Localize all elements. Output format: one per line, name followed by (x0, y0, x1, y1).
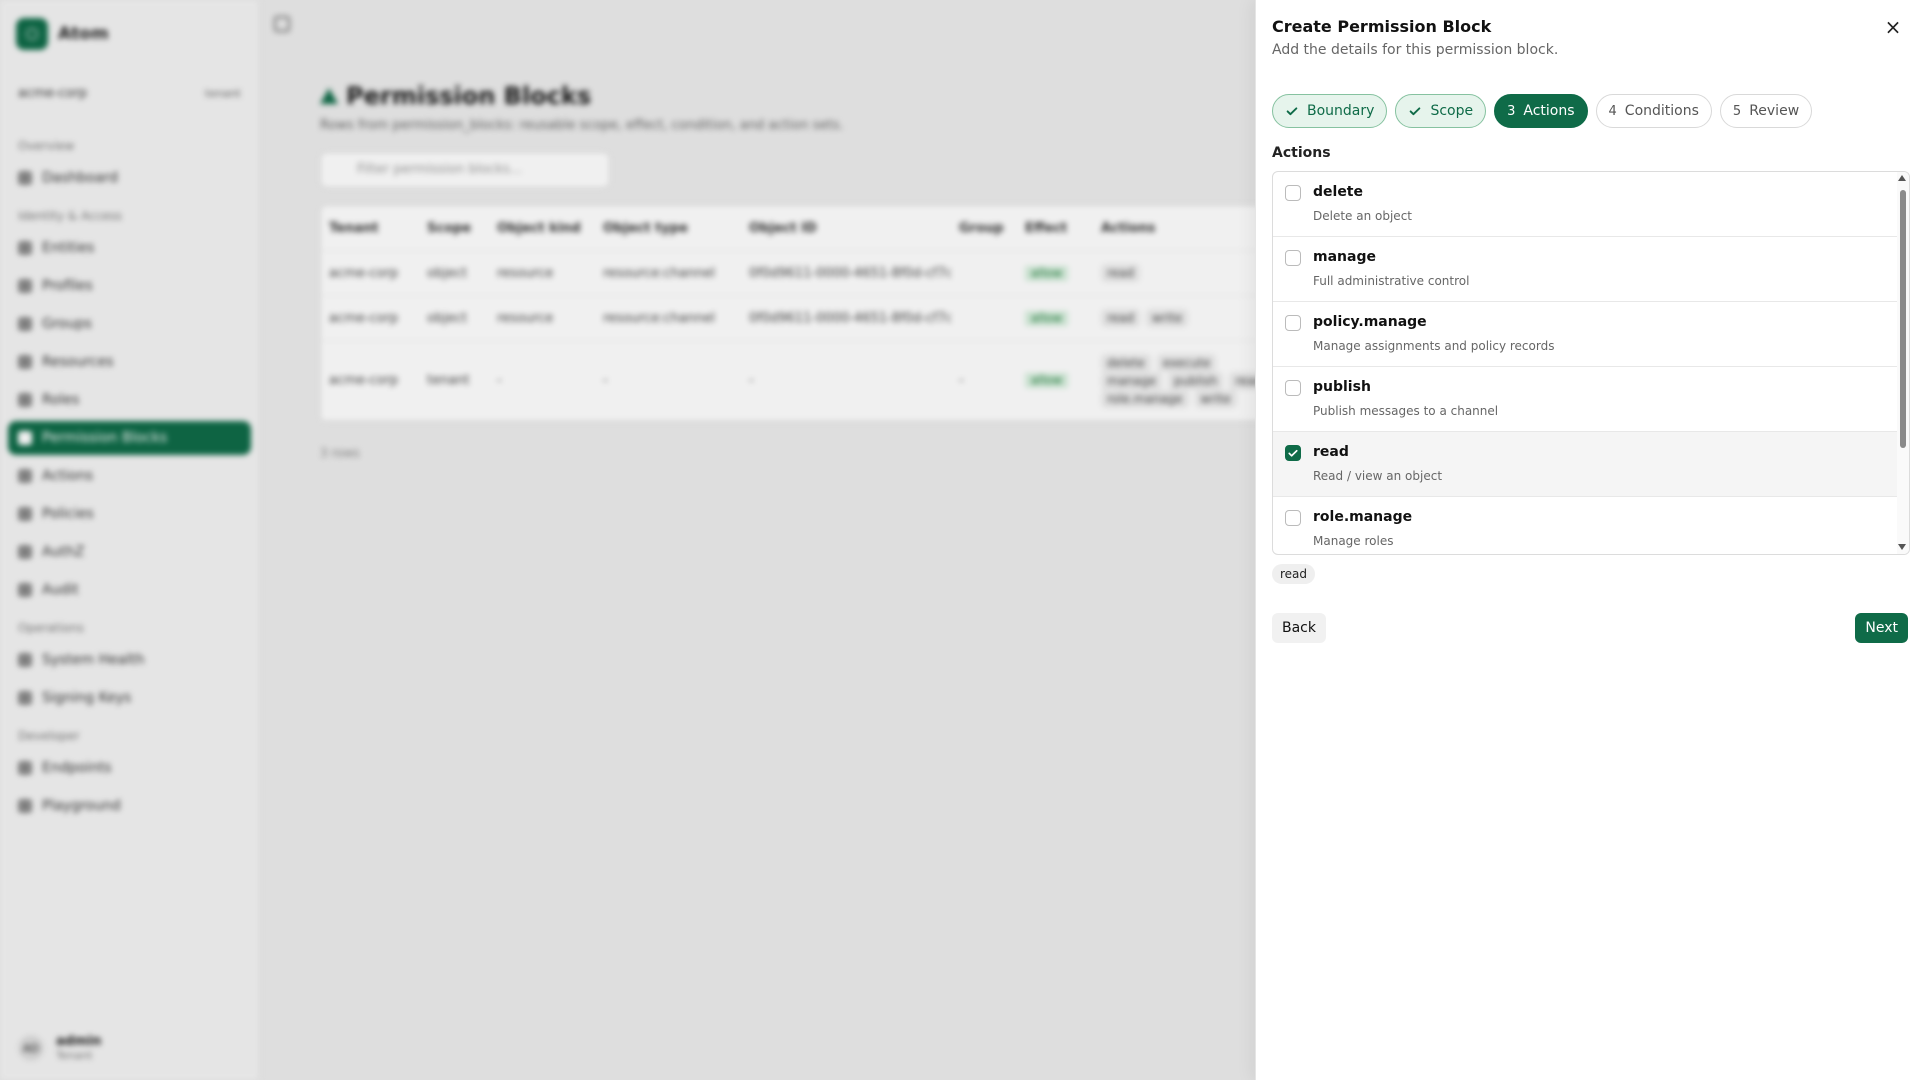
step-label: Boundary (1307, 103, 1375, 119)
action-item-role-manage[interactable]: role.manage Manage roles (1273, 497, 1899, 554)
action-description: Read / view an object (1313, 469, 1443, 483)
back-button[interactable]: Back (1272, 613, 1326, 643)
step-number: 3 (1507, 103, 1516, 119)
step-boundary[interactable]: Boundary (1272, 94, 1388, 128)
step-label: Scope (1430, 103, 1474, 119)
close-button[interactable]: × (1880, 14, 1906, 40)
action-description: Manage roles (1313, 534, 1394, 548)
action-description: Full administrative control (1313, 274, 1470, 288)
create-permission-block-drawer: Create Permission Block Add the details … (1255, 0, 1920, 1080)
check-icon (1408, 104, 1422, 118)
action-description: Delete an object (1313, 209, 1412, 223)
check-icon (1285, 104, 1299, 118)
step-number: 4 (1608, 103, 1617, 119)
action-name: role.manage (1313, 509, 1413, 525)
action-checkbox[interactable] (1285, 510, 1301, 526)
actions-scrollbar[interactable] (1897, 172, 1909, 554)
step-review[interactable]: 5 Review (1719, 94, 1813, 128)
action-name: delete (1313, 184, 1363, 200)
action-checkbox[interactable] (1285, 250, 1301, 266)
step-actions[interactable]: 3 Actions (1494, 94, 1588, 128)
action-item-manage[interactable]: manage Full administrative control (1273, 237, 1899, 302)
step-label: Review (1749, 103, 1800, 119)
action-item-delete[interactable]: delete Delete an object (1273, 172, 1899, 237)
action-name: publish (1313, 379, 1371, 395)
scroll-down-arrow-icon[interactable] (1898, 544, 1906, 550)
action-item-read[interactable]: read Read / view an object (1273, 432, 1899, 497)
scroll-up-arrow-icon[interactable] (1898, 175, 1906, 181)
actions-label: Actions (1272, 145, 1331, 161)
action-checkbox[interactable] (1285, 315, 1301, 331)
step-label: Actions (1523, 103, 1575, 119)
action-item-policy-manage[interactable]: policy.manage Manage assignments and poli… (1273, 302, 1899, 367)
drawer-title: Create Permission Block (1272, 17, 1492, 36)
action-item-publish[interactable]: publish Publish messages to a channel (1273, 367, 1899, 432)
modal-overlay[interactable] (0, 0, 1255, 1080)
next-button[interactable]: Next (1855, 613, 1908, 643)
step-label: Conditions (1624, 103, 1699, 119)
actions-list[interactable]: delete Delete an object manage Full adminis… (1272, 171, 1910, 555)
action-description: Manage assignments and policy records (1313, 339, 1555, 353)
scroll-thumb[interactable] (1900, 190, 1906, 448)
check-icon (1287, 447, 1299, 459)
step-scope[interactable]: Scope (1395, 94, 1487, 128)
action-description: Publish messages to a channel (1313, 404, 1499, 418)
actions-list-items: delete Delete an object manage Full adminis… (1273, 172, 1909, 554)
action-checkbox[interactable] (1285, 380, 1301, 396)
action-checkbox[interactable] (1285, 445, 1301, 461)
step-conditions[interactable]: 4 Conditions (1595, 94, 1712, 128)
drawer-description: Add the details for this permission bloc… (1272, 42, 1559, 58)
action-name: policy.manage (1313, 314, 1427, 330)
step-number: 5 (1732, 103, 1742, 119)
close-icon: × (1884, 15, 1902, 39)
selected-action-tag: read (1272, 564, 1316, 584)
action-checkbox[interactable] (1285, 185, 1301, 201)
action-name: manage (1313, 249, 1376, 265)
wizard-steps: Boundary Scope 3 Actions 4 Conditions 5 Review (1272, 94, 1813, 128)
action-name: read (1313, 444, 1349, 460)
